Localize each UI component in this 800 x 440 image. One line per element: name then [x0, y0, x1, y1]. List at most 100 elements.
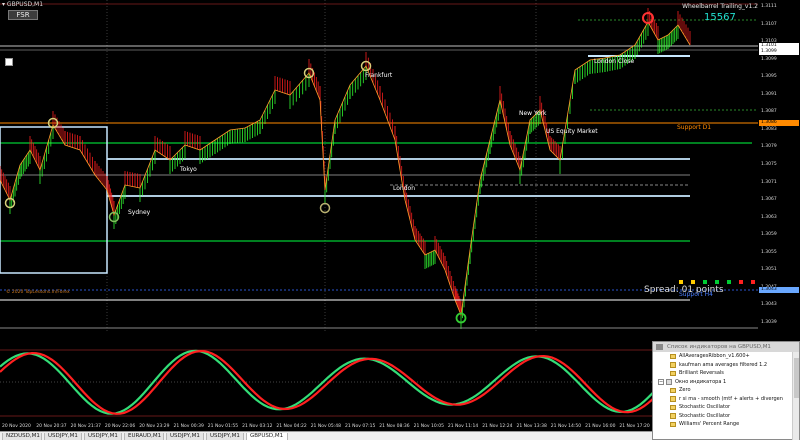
indicator-label: AllAveragesRibbon_v1.600+	[679, 353, 750, 359]
price-tick-label: 1.3059	[761, 232, 777, 238]
price-tick-label: 1.3091	[761, 91, 777, 97]
session-label-new-york: New York	[519, 110, 547, 117]
toggle-checkbox[interactable]	[5, 58, 13, 66]
indicator-list-panel[interactable]: Список индикаторов на GBPUSD,M1 AllAvera…	[652, 341, 800, 440]
price-tick-label: 1.3055	[761, 249, 777, 255]
chart-tab[interactable]: USDJPY,M1	[166, 433, 204, 440]
time-tick-label: 20 Nov 22:06	[104, 424, 136, 429]
price-tick-label: 1.3083	[761, 126, 777, 132]
symbol-label: GBPUSD,M1	[6, 1, 44, 8]
indicator-label: Williams' Percent Range	[679, 421, 740, 427]
indicator-icon	[670, 404, 676, 410]
chart-icon	[656, 344, 663, 350]
time-tick-label: 21 Nov 16:00	[585, 424, 616, 429]
indicator-panel-title[interactable]: Список индикаторов на GBPUSD,M1	[653, 342, 799, 352]
session-label-sydney: Sydney	[128, 209, 151, 216]
time-tick-label: 21 Nov 13:38	[516, 424, 547, 429]
vertical-grid	[106, 0, 537, 331]
time-tick-label: 21 Nov 01:55	[207, 424, 239, 429]
price-tick-label: 1.3107	[761, 21, 777, 27]
indicator-icon	[670, 362, 676, 368]
chart-tab[interactable]: USDJPY,M1	[84, 433, 122, 440]
price-tag: 1.3086	[759, 120, 799, 126]
price-tick-label: 1.3039	[761, 320, 777, 325]
indicator-item[interactable]: AllAveragesRibbon_v1.600+	[653, 352, 799, 361]
time-tick-label: 21 Nov 03:12	[242, 424, 273, 429]
indicator-label: Stochastic Oscillator	[679, 412, 731, 419]
copyright-label: © 2020 TopLessons.In/Forex	[6, 290, 70, 295]
indicator-icon	[670, 421, 676, 427]
indicator-icon	[670, 370, 676, 376]
signal-square	[715, 280, 719, 284]
chart-tab[interactable]: USDJPY,M1	[206, 433, 244, 440]
price-line	[0, 21, 691, 317]
window-icon	[666, 379, 672, 385]
price-tick-label: 1.3099	[761, 56, 777, 62]
indicator-item[interactable]: Brilliant Reversals	[653, 369, 799, 378]
indicator-label: Brilliant Reversals	[679, 370, 724, 376]
price-tick-label: 1.3111	[761, 4, 777, 9]
scrollbar-thumb[interactable]	[794, 358, 799, 398]
session-label-london-close: London Close	[594, 58, 635, 65]
indicator-label: kaufman ama averages filtered 1.2	[679, 361, 768, 368]
signal-square	[751, 280, 755, 284]
collapse-icon[interactable]: −	[658, 379, 664, 385]
expert-advisor-label: Wheelbarrel Trailing_v1.2	[682, 3, 758, 10]
indicator-label: Zero	[679, 387, 691, 393]
indicator-item[interactable]: Stochastic Oscillator	[653, 403, 799, 412]
signal-square	[691, 280, 695, 284]
price-tag: 1.3099	[759, 49, 799, 55]
time-tick-label: 21 Nov 07:15	[345, 424, 376, 429]
reversal-markers	[4, 12, 654, 324]
signal-square	[739, 280, 743, 284]
time-tick-label: 20 Nov 20:37	[36, 424, 67, 429]
averages-ribbon	[0, 8, 691, 329]
time-tick-label: 21 Nov 11:14	[447, 424, 479, 429]
signal-square	[679, 280, 683, 284]
indicator-panel-title-text: Список индикаторов на GBPUSD,M1	[667, 344, 771, 350]
indicator-item[interactable]: Williams' Percent Range	[653, 420, 799, 429]
price-chart[interactable]	[0, 0, 758, 331]
support-d1-label: Support D1	[677, 124, 712, 131]
price-scale[interactable]: 1.3111 1.3107 1.3103 1.3099 1.3095 1.3091 1.30…	[758, 0, 800, 331]
support-h4-label: Support H4	[679, 291, 713, 298]
oscillator-line-signal	[0, 349, 689, 415]
time-tick-label: 21 Nov 14:50	[550, 424, 582, 429]
indicator-scrollbar[interactable]	[792, 352, 799, 440]
indicator-label: Stochastic Oscillator	[679, 404, 731, 410]
price-tick-label: 1.3051	[761, 267, 777, 273]
chart-tab[interactable]: NZDUSD,M1	[2, 433, 42, 440]
price-tick-label: 1.3075	[761, 162, 777, 167]
oscillator-pane[interactable]	[0, 340, 758, 424]
time-tick-label: 21 Nov 00:39	[173, 424, 204, 429]
indicator-window-group[interactable]: − Окно индикатора 1	[653, 378, 799, 387]
time-tick-label: 21 Nov 04:22	[276, 424, 307, 429]
indicator-item[interactable]: Stochastic Oscillator	[653, 412, 799, 421]
price-tick-label: 1.3079	[761, 144, 777, 150]
price-tick-label: 1.3095	[761, 74, 777, 80]
indicator-icon	[670, 413, 676, 419]
signal-square	[727, 280, 731, 284]
time-tick-label: 21 Nov 12:24	[482, 424, 513, 429]
indicator-label: r si ma - smooth (mtf + alerts + diverge…	[679, 395, 783, 402]
fsr-button[interactable]: FSR	[8, 10, 38, 20]
chart-tab[interactable]: USDJPY,M1	[44, 433, 82, 440]
session-box	[0, 126, 108, 274]
session-label-frankfurt: Frankfurt	[365, 72, 393, 79]
indicator-item[interactable]: r si ma - smooth (mtf + alerts + diverge…	[653, 395, 799, 404]
price-tick-label: 1.3087	[761, 109, 777, 115]
indicator-icon	[670, 387, 676, 393]
chart-tab[interactable]: EURAUD,M1	[124, 433, 164, 440]
signal-square	[703, 280, 707, 284]
indicator-list: AllAveragesRibbon_v1.600+kaufman ama ave…	[653, 352, 799, 429]
indicator-icon	[670, 353, 676, 359]
session-label-london: London	[393, 185, 415, 192]
time-tick-label: 20 Nov 23:29	[139, 424, 170, 429]
price-tag: 1.3043	[759, 287, 799, 293]
counter-value: 15567	[704, 12, 736, 23]
indicator-item[interactable]: Zero	[653, 386, 799, 395]
chart-tab[interactable]: GBPUSD,M1	[246, 433, 288, 440]
price-tick-label: 1.3071	[761, 179, 777, 185]
time-tick-label: 21 Nov 08:36	[379, 424, 410, 429]
indicator-item[interactable]: kaufman ama averages filtered 1.2	[653, 361, 799, 370]
